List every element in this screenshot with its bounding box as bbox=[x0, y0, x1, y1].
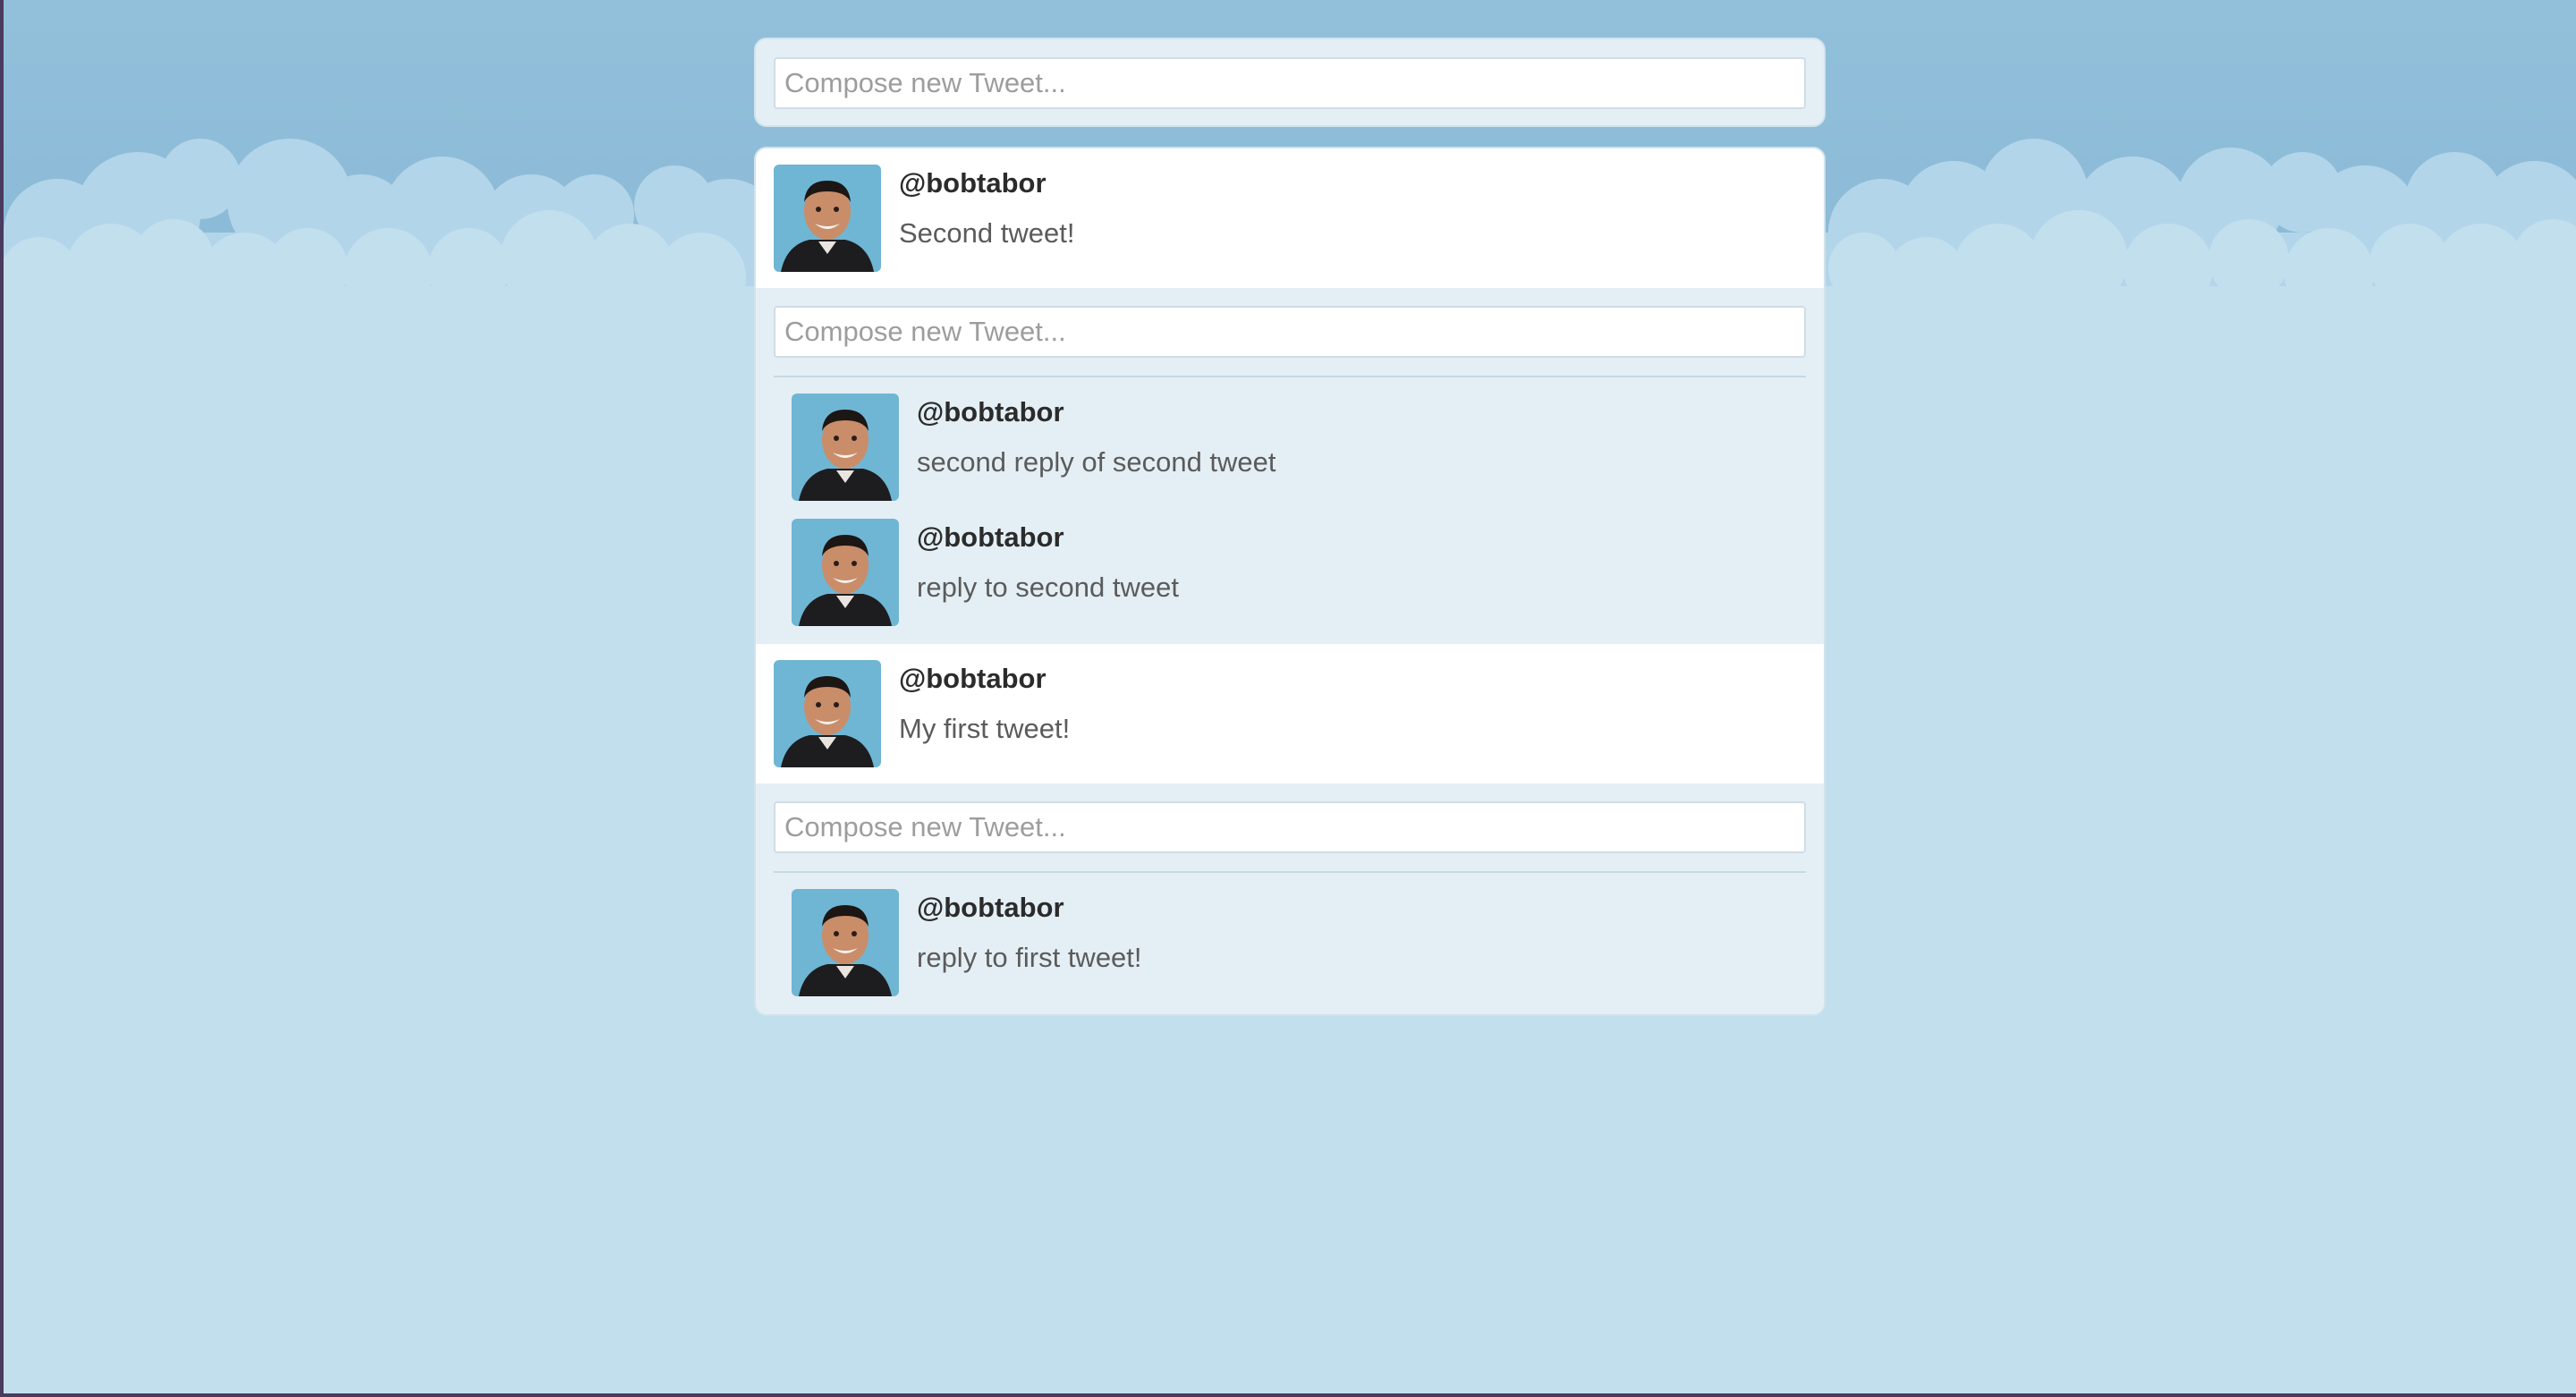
tweet-item: @bobtabor Second tweet! bbox=[756, 148, 1824, 288]
tweet-text: My first tweet! bbox=[899, 713, 1071, 744]
reply-item: @bobtabor second reply of second tweet bbox=[792, 394, 1806, 501]
reply-list: @bobtabor reply to first tweet! bbox=[774, 873, 1806, 996]
compose-tweet-panel bbox=[754, 38, 1826, 127]
reply-section: @bobtabor second reply of second tweet bbox=[756, 288, 1824, 644]
reply-compose-input[interactable] bbox=[774, 306, 1806, 358]
reply-list: @bobtabor second reply of second tweet @… bbox=[774, 377, 1806, 626]
tweet-handle: @bobtabor bbox=[899, 167, 1046, 199]
reply-text: reply to second tweet bbox=[917, 572, 1179, 603]
reply-section: @bobtabor reply to first tweet! bbox=[756, 783, 1824, 1014]
avatar bbox=[774, 660, 881, 767]
reply-item: @bobtabor reply to first tweet! bbox=[792, 889, 1806, 996]
reply-handle: @bobtabor bbox=[917, 521, 1064, 553]
window-frame-bottom bbox=[0, 1393, 2576, 1397]
avatar bbox=[792, 889, 899, 996]
tweet-item: @bobtabor My first tweet! bbox=[756, 644, 1824, 783]
reply-handle: @bobtabor bbox=[917, 396, 1064, 428]
reply-text: second reply of second tweet bbox=[917, 446, 1276, 478]
tweet-text: Second tweet! bbox=[899, 217, 1075, 249]
tweet-feed: @bobtabor Second tweet! Compose new Twee… bbox=[754, 147, 1826, 1016]
avatar bbox=[774, 165, 881, 272]
reply-handle: @bobtabor bbox=[917, 892, 1064, 923]
avatar bbox=[792, 394, 899, 501]
reply-text: reply to first tweet! bbox=[917, 942, 1142, 973]
compose-tweet-input[interactable] bbox=[774, 57, 1806, 109]
tweet-handle: @bobtabor bbox=[899, 663, 1046, 694]
reply-item: @bobtabor reply to second tweet bbox=[792, 519, 1806, 626]
reply-compose-input[interactable] bbox=[774, 801, 1806, 853]
main-column: @bobtabor Second tweet! bbox=[754, 38, 1826, 1016]
avatar bbox=[792, 519, 899, 626]
